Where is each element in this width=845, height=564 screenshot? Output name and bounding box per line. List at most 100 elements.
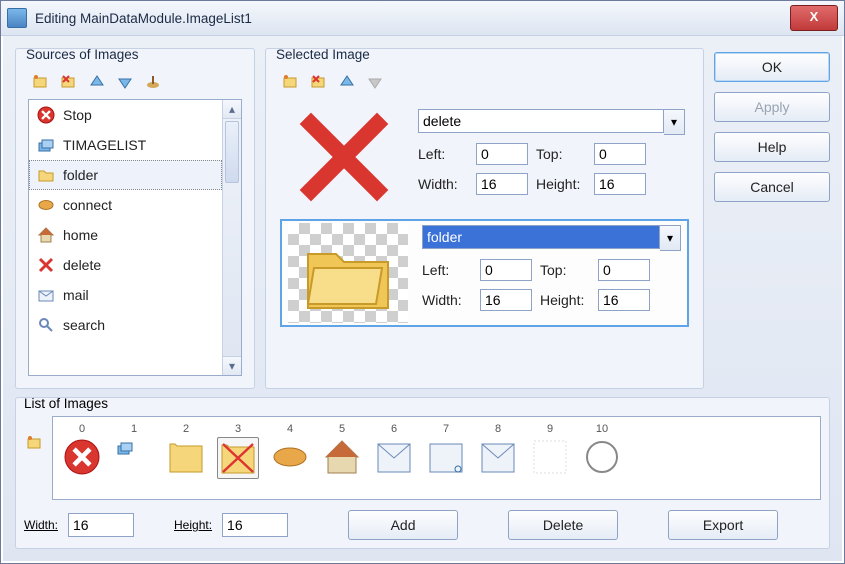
thumbnail[interactable]: 4 <box>267 423 313 477</box>
ok-button[interactable]: OK <box>714 52 830 82</box>
width-label: Width: <box>422 292 472 308</box>
new-source-icon[interactable] <box>30 71 52 93</box>
remove-image-icon[interactable] <box>308 71 330 93</box>
name-input[interactable] <box>422 225 660 249</box>
ring-icon <box>582 437 622 477</box>
add-thumb-icon[interactable] <box>24 432 46 454</box>
thumb-index: 10 <box>596 423 608 435</box>
height-input[interactable] <box>222 513 288 537</box>
sweep-icon[interactable] <box>142 71 164 93</box>
name-combo[interactable]: ▾ <box>418 109 685 135</box>
selected-rows: ▾ Left: Top: Width: Height: ▾ Left: <box>274 97 695 380</box>
stack-icon <box>37 136 55 154</box>
scroll-down-icon[interactable]: ▾ <box>223 356 241 375</box>
sources-list[interactable]: Stop TIMAGELISTfolder connect home delete mai… <box>29 100 222 375</box>
list-item-label: home <box>63 227 98 243</box>
chevron-down-icon[interactable]: ▾ <box>660 225 681 251</box>
thumbnail[interactable]: 8 <box>475 423 521 477</box>
list-item-label: connect <box>63 197 112 213</box>
thumb-index: 5 <box>339 423 345 435</box>
stop-icon <box>37 106 55 124</box>
image-up-icon[interactable] <box>336 71 358 93</box>
delete-button[interactable]: Delete <box>508 510 618 540</box>
cancel-button[interactable]: Cancel <box>714 172 830 202</box>
height-input[interactable] <box>598 289 650 311</box>
thumbnail[interactable]: 10 <box>579 423 625 477</box>
thumbnail[interactable]: 3 <box>215 423 261 479</box>
help-button[interactable]: Help <box>714 132 830 162</box>
mail-icon <box>374 437 414 477</box>
list-item[interactable]: folder <box>29 160 222 190</box>
connect-icon <box>270 437 310 477</box>
sources-group: Sources of Images Stop TIMAGELISTfolder co… <box>15 48 255 389</box>
list-item[interactable]: connect <box>29 190 222 220</box>
thumb-index: 9 <box>547 423 553 435</box>
home-icon <box>37 226 55 244</box>
window-title: Editing MainDataModule.ImageList1 <box>35 11 252 26</box>
width-input[interactable] <box>68 513 134 537</box>
list-item[interactable]: mail <box>29 280 222 310</box>
apply-button[interactable]: Apply <box>714 92 830 122</box>
image-down-icon <box>364 71 386 93</box>
selected-row[interactable]: ▾ Left: Top: Width: Height: <box>280 219 689 327</box>
stopcircle-icon <box>62 437 102 477</box>
top-label: Top: <box>536 146 586 162</box>
thumbnail[interactable]: 0 <box>59 423 105 477</box>
top-input[interactable] <box>594 143 646 165</box>
image-list-group: List of Images 012345678910 Width: Heigh… <box>15 397 830 549</box>
add-image-icon[interactable] <box>280 71 302 93</box>
folderx-icon <box>217 437 259 479</box>
delete-source-icon[interactable] <box>58 71 80 93</box>
thumbnails: 012 3 4 5 678 9 10 <box>52 416 821 500</box>
width-input[interactable] <box>476 173 528 195</box>
image-list-label: List of Images <box>24 396 108 411</box>
app-icon <box>7 8 27 28</box>
thumb-index: 4 <box>287 423 293 435</box>
home-icon <box>322 437 362 477</box>
move-down-icon[interactable] <box>114 71 136 93</box>
width-input[interactable] <box>480 289 532 311</box>
list-item-label: Stop <box>63 107 92 123</box>
thumbnail[interactable]: 9 <box>527 423 573 477</box>
top-input[interactable] <box>598 259 650 281</box>
list-item[interactable]: Stop <box>29 100 222 130</box>
selected-label: Selected Image <box>272 47 374 62</box>
height-input[interactable] <box>594 173 646 195</box>
thumbnail[interactable]: 2 <box>163 423 209 477</box>
list-item[interactable]: TIMAGELIST <box>29 130 222 160</box>
left-input[interactable] <box>480 259 532 281</box>
add-button[interactable]: Add <box>348 510 458 540</box>
selected-group: Selected Image ▾ Left: Top: <box>265 48 704 389</box>
export-button[interactable]: Export <box>668 510 778 540</box>
thumbnail[interactable]: 5 <box>319 423 365 477</box>
width-label: Width: <box>418 176 468 192</box>
scroll-thumb[interactable] <box>225 121 239 183</box>
mail-icon <box>478 437 518 477</box>
selected-row[interactable]: ▾ Left: Top: Width: Height: <box>280 103 689 211</box>
left-label: Left: <box>422 262 472 278</box>
thumbnail[interactable]: 6 <box>371 423 417 477</box>
sources-listbox: Stop TIMAGELISTfolder connect home delete mai… <box>28 99 242 376</box>
name-input[interactable] <box>418 109 664 133</box>
list-item-label: search <box>63 317 105 333</box>
preview <box>284 107 404 207</box>
thumb-index: 3 <box>235 423 241 435</box>
list-item[interactable]: delete <box>29 250 222 280</box>
move-up-icon[interactable] <box>86 71 108 93</box>
height-label: Height: <box>536 176 586 192</box>
height-label: Height: <box>540 292 590 308</box>
thumbnail[interactable]: 7 <box>423 423 469 477</box>
chevron-down-icon[interactable]: ▾ <box>664 109 685 135</box>
scrollbar[interactable]: ▴ ▾ <box>222 100 241 375</box>
name-combo[interactable]: ▾ <box>422 225 681 251</box>
list-item[interactable]: home <box>29 220 222 250</box>
list-item-label: delete <box>63 257 101 273</box>
sources-toolbar <box>24 67 246 97</box>
scroll-up-icon[interactable]: ▴ <box>223 100 241 119</box>
titlebar: Editing MainDataModule.ImageList1 X <box>1 1 844 36</box>
thumbnail[interactable]: 1 <box>111 423 157 477</box>
sources-label: Sources of Images <box>22 47 143 62</box>
close-button[interactable]: X <box>790 5 838 31</box>
left-input[interactable] <box>476 143 528 165</box>
list-item[interactable]: search <box>29 310 222 340</box>
